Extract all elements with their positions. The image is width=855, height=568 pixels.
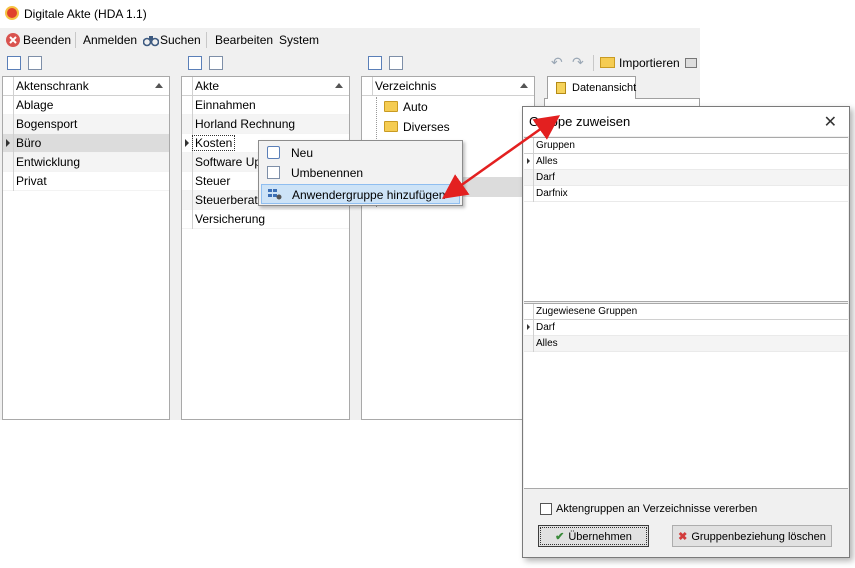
verzeichnis-header[interactable]: Verzeichnis [362, 77, 534, 96]
add-icon[interactable] [7, 56, 21, 70]
menu-suchen[interactable]: Suchen [142, 33, 201, 47]
import-button[interactable]: Importieren [600, 56, 680, 70]
folder-icon [384, 121, 398, 132]
context-item-neu[interactable]: Neu [261, 143, 460, 163]
akte-header[interactable]: Akte [182, 77, 349, 96]
folder-open-icon [600, 57, 615, 68]
menu-beenden[interactable]: Beenden [6, 33, 71, 47]
list-item[interactable]: Horland Rechnung [182, 115, 349, 134]
menu-separator [75, 32, 76, 48]
table-row[interactable]: Alles [524, 336, 848, 352]
uebernehmen-button[interactable]: ✔ Übernehmen [538, 525, 649, 547]
sort-asc-icon [155, 83, 163, 88]
zugewiesen-grid: Zugewiesene Gruppen Darf Alles [524, 303, 848, 489]
menu-bearbeiten[interactable]: Bearbeiten [215, 33, 273, 47]
table-row[interactable]: Darf [524, 320, 848, 336]
tree-item-diverses[interactable]: Diverses [384, 120, 450, 140]
add-icon[interactable] [188, 56, 202, 70]
gruppenbeziehung-loeschen-button[interactable]: ✖ Gruppenbeziehung löschen [672, 525, 832, 547]
undo-icon[interactable]: ↶ [551, 54, 563, 71]
dialog-title-bar: Gruppe zuweisen ✕ [523, 107, 849, 136]
menu-bar: Beenden Anmelden Suchen Bearbeiten Syste… [0, 28, 700, 52]
akte-panel: Akte Einnahmen Horland Rechnung Kosten S… [181, 76, 350, 420]
row-pointer-icon [6, 139, 10, 147]
gruppen-header[interactable]: Gruppen [524, 138, 848, 154]
menu-system[interactable]: System [279, 33, 319, 47]
database-icon [556, 82, 566, 94]
edit-icon[interactable] [209, 56, 223, 70]
row-pointer-icon [527, 324, 530, 330]
list-item[interactable]: Versicherung [182, 210, 349, 229]
table-row[interactable]: Darf [524, 170, 848, 186]
context-item-anwendergruppe[interactable]: Anwendergruppe hinzufügen [261, 184, 460, 204]
group-icon [268, 188, 282, 201]
context-menu: Neu Umbenennen Anwendergruppe hinzufügen [258, 140, 463, 206]
add-icon [267, 146, 280, 159]
table-row[interactable]: Darfnix [524, 186, 848, 202]
verzeichnis-panel: Verzeichnis Auto Diverses [361, 76, 535, 420]
toolbar-separator [593, 55, 594, 71]
menu-separator [206, 32, 207, 48]
menu-anmelden[interactable]: Anmelden [83, 33, 137, 47]
vererben-checkbox[interactable] [540, 503, 552, 515]
window-title: Digitale Akte (HDA 1.1) [24, 7, 147, 21]
check-icon: ✔ [555, 531, 565, 543]
title-bar: Digitale Akte (HDA 1.1) [0, 0, 700, 28]
tab-datenansicht[interactable]: Datenansicht [547, 76, 636, 99]
close-icon[interactable]: ✕ [824, 112, 837, 132]
list-item[interactable]: Ablage [3, 96, 169, 115]
list-item[interactable]: Privat [3, 172, 169, 191]
aktenschrank-panel: Aktenschrank Ablage Bogensport Büro Entw… [2, 76, 170, 420]
aktenschrank-header[interactable]: Aktenschrank [3, 77, 169, 96]
context-item-umbenennen[interactable]: Umbenennen [261, 163, 460, 183]
close-circle-icon [6, 33, 20, 47]
row-pointer-icon [185, 139, 189, 147]
scanner-icon[interactable] [685, 58, 697, 68]
add-icon[interactable] [368, 56, 382, 70]
vererben-checkbox-label: Aktengruppen an Verzeichnisse vererben [556, 503, 758, 515]
sort-asc-icon [335, 83, 343, 88]
row-pointer-icon [527, 158, 530, 164]
binoculars-icon [142, 33, 160, 47]
edit-icon[interactable] [389, 56, 403, 70]
table-row[interactable]: Alles [524, 154, 848, 170]
edit-icon [267, 166, 280, 179]
edit-icon[interactable] [28, 56, 42, 70]
gruppe-zuweisen-dialog: Gruppe zuweisen ✕ Gruppen Alles Darf Dar… [522, 106, 850, 558]
zugewiesen-header[interactable]: Zugewiesene Gruppen [524, 304, 848, 320]
app-logo-icon [5, 6, 19, 20]
list-item[interactable]: Einnahmen [182, 96, 349, 115]
tree-item-auto[interactable]: Auto [384, 100, 428, 120]
list-item[interactable]: Bogensport [3, 115, 169, 134]
list-item[interactable]: Entwicklung [3, 153, 169, 172]
gruppen-grid: Gruppen Alles Darf Darfnix [524, 137, 848, 302]
list-item-selected[interactable]: Büro [3, 134, 169, 153]
sort-asc-icon [520, 83, 528, 88]
delete-icon: ✖ [678, 531, 688, 543]
folder-icon [384, 101, 398, 112]
redo-icon[interactable]: ↷ [572, 54, 584, 71]
